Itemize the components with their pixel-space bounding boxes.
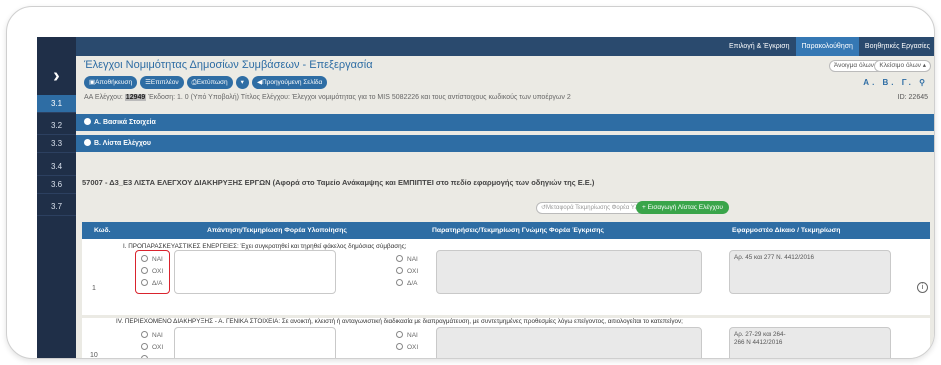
row-10-code: 10 [90,352,98,359]
rail-item-3-1[interactable]: 3.1 [37,95,76,113]
top-bar: Επιλογή & Έγκριση Παρακολούθηση Βοηθητικ… [76,37,934,56]
top-nav: Επιλογή & Έγκριση Παρακολούθηση Βοηθητικ… [723,37,934,56]
row-1-law-box: Αρ. 45 και 277 Ν. 4412/2016 [729,250,891,294]
more-button-label: Επιπλέον [150,79,179,86]
expand-circle-icon [84,118,91,125]
record-id: ID: 22645 [897,94,928,101]
form-title: 57007 - Δ3_Ε3 ΛΙΣΤΑ ΕΛΕΓΧΟΥ ΔΙΑΚΗΡΥΞΗΣ Ε… [82,178,595,187]
section-shortcuts[interactable]: Α. Β. Γ. ⚲ [863,78,928,87]
row-10-question: IV. ΠΕΡΙΕΧΟΜΕΝΟ ΔΙΑΚΗΡΥΞΗΣ - Α. ΓΕΝΙΚΑ Σ… [116,318,683,325]
import-button-label: Εισαγωγή Λίστας Ελέγχου [647,204,723,211]
radio-label: ΟΧΙ [407,344,419,351]
print-button-label: Εκτύπωση [196,79,228,86]
print-button[interactable]: ⎙Εκτύπωση [186,76,233,89]
row-10-radio-yes[interactable]: ΝΑΙ [141,330,163,341]
radio-circle-icon [396,267,403,274]
row-1-code: 1 [92,285,96,292]
row-10-radio-na[interactable] [141,354,152,358]
radio-circle-icon [141,355,148,358]
radio-label: ΝΑΙ [152,332,163,339]
previous-page-label: Προηγούμενη Σελίδα [261,79,323,86]
rail-item-3-4[interactable]: 3.4 [37,158,76,176]
row-10-law-box: Αρ. 27-29 και 264- 266 Ν 4412/2016 [729,327,891,358]
radio-circle-icon [141,331,148,338]
radio-label: ΝΑΙ [407,332,418,339]
rail-item-3-7[interactable]: 3.7 [37,198,76,216]
page-title: Έλεγχοι Νομιμότητας Δημοσίων Συμβάσεων -… [84,59,373,71]
collapse-all-button[interactable]: Κλείσιμο όλων ▴ [874,60,931,72]
expand-circle-icon [84,139,91,146]
radio-circle-icon [396,255,403,262]
row-10-approver-radio-no[interactable]: ΟΧΙ [396,342,418,353]
more-button[interactable]: ☰Επιπλέον [140,76,184,89]
collapse-all-label: Κλείσιμο όλων [879,62,921,69]
row-1-law-text: Αρ. 45 και 277 Ν. 4412/2016 [734,254,814,261]
row-1-approver-radio-no[interactable]: ΟΧΙ [396,266,418,277]
caret-down-icon: ▾ [240,79,244,86]
row-1-answer-textarea[interactable] [174,250,336,294]
section-checklist[interactable]: Β. Λίστα Ελέγχου [76,135,934,152]
col-remarks: Παρατηρήσεις/Τεκμηρίωση Γνώμης Φορέα Έγκ… [432,227,604,234]
rail-item-3-2[interactable]: 3.2 [37,117,76,135]
left-rail: › 3.1 3.2 3.3 3.4 3.6 3.7 [37,37,76,358]
previous-page-button[interactable]: ◀Προηγούμενη Σελίδα [251,76,328,89]
import-checklist-button[interactable]: + Εισαγωγή Λίστας Ελέγχου [636,201,729,214]
highlight-box [135,250,170,294]
section-basic-info-label: Α. Βασικά Στοιχεία [94,119,156,126]
col-answer: Απάντηση/Τεκμηρίωση Φορέα Υλοποίησης [207,227,347,234]
expand-all-label: Άνοιγμα όλων [833,62,874,69]
radio-circle-icon [396,331,403,338]
row-10-answer-textarea[interactable] [174,327,336,358]
radio-circle-icon [396,343,403,350]
window-frame: › 3.1 3.2 3.3 3.4 3.6 3.7 Επιλογή & Έγκρ… [6,6,935,359]
expand-rail-chevron-icon[interactable]: › [37,57,76,95]
radio-label: Δ/Α [407,280,418,287]
save-button[interactable]: ▣Αποθήκευση [84,76,138,89]
topnav-auxiliary-tasks[interactable]: Βοηθητικές Εργασίες [859,37,934,56]
radio-label: ΝΑΙ [407,256,418,263]
row-1-remarks-textarea[interactable] [436,250,702,294]
check-info-rest: Έκδοση: 1. 0 (Υπό Υποβολή) Τίτλος Ελέγχο… [148,94,571,101]
row-10-law-text: Αρ. 27-29 και 264- 266 Ν 4412/2016 [734,331,786,346]
table-header: Κωδ. Απάντηση/Τεκμηρίωση Φορέα Υλοποίηση… [82,222,930,239]
radio-label: ΟΧΙ [407,268,419,275]
radio-circle-icon [396,279,403,286]
row-1-question: Ι. ΠΡΟΠΑΡΑΣΚΕΥΑΣΤΙΚΕΣ ΕΝΕΡΓΕΙΕΣ: Έχει συ… [123,243,407,250]
main-content: Έλεγχοι Νομιμότητας Δημοσίων Συμβάσεων -… [76,56,934,359]
topnav-selection-approval[interactable]: Επιλογή & Έγκριση [723,37,796,56]
toolbar: ▣Αποθήκευση ☰Επιπλέον ⎙Εκτύπωση ▾ ◀Προηγ… [84,76,328,89]
row-1-approver-radio-na[interactable]: Δ/Α [396,278,417,289]
row-1-approver-radio-yes[interactable]: ΝΑΙ [396,254,418,265]
row-10-radio-no[interactable]: ΟΧΙ [141,342,163,353]
col-law: Εφαρμοστέο Δίκαιο / Τεκμηρίωση [732,227,841,234]
rail-item-3-6[interactable]: 3.6 [37,176,76,194]
row-10-approver-radio-yes[interactable]: ΝΑΙ [396,330,418,341]
check-aa-value: 12949 [124,94,147,101]
row-10-remarks-textarea[interactable] [436,327,702,358]
rail-item-3-3[interactable]: 3.3 [37,135,76,153]
print-dropdown-button[interactable]: ▾ [235,76,249,89]
link-icon[interactable]: ⚲ [919,78,928,87]
check-aa-label: ΑΑ Ελέγχου: [84,94,123,101]
plus-icon: + [642,204,646,211]
app-viewport: › 3.1 3.2 3.3 3.4 3.6 3.7 Επιλογή & Έγκρ… [37,37,934,359]
radio-circle-icon [141,343,148,350]
save-button-label: Αποθήκευση [95,79,133,86]
check-info-line: ΑΑ Ελέγχου: 12949 Έκδοση: 1. 0 (Υπό Υποβ… [84,94,571,101]
section-basic-info[interactable]: Α. Βασικά Στοιχεία [76,114,934,131]
col-code: Κωδ. [94,227,111,234]
section-checklist-label: Β. Λίστα Ελέγχου [94,140,152,147]
row-1-info-icon[interactable]: i [917,282,928,293]
abg-links[interactable]: Α. Β. Γ. [863,78,914,87]
radio-label: ΟΧΙ [152,344,164,351]
topnav-monitoring[interactable]: Παρακολούθηση [795,37,859,56]
chevron-up-icon: ▴ [922,62,926,69]
